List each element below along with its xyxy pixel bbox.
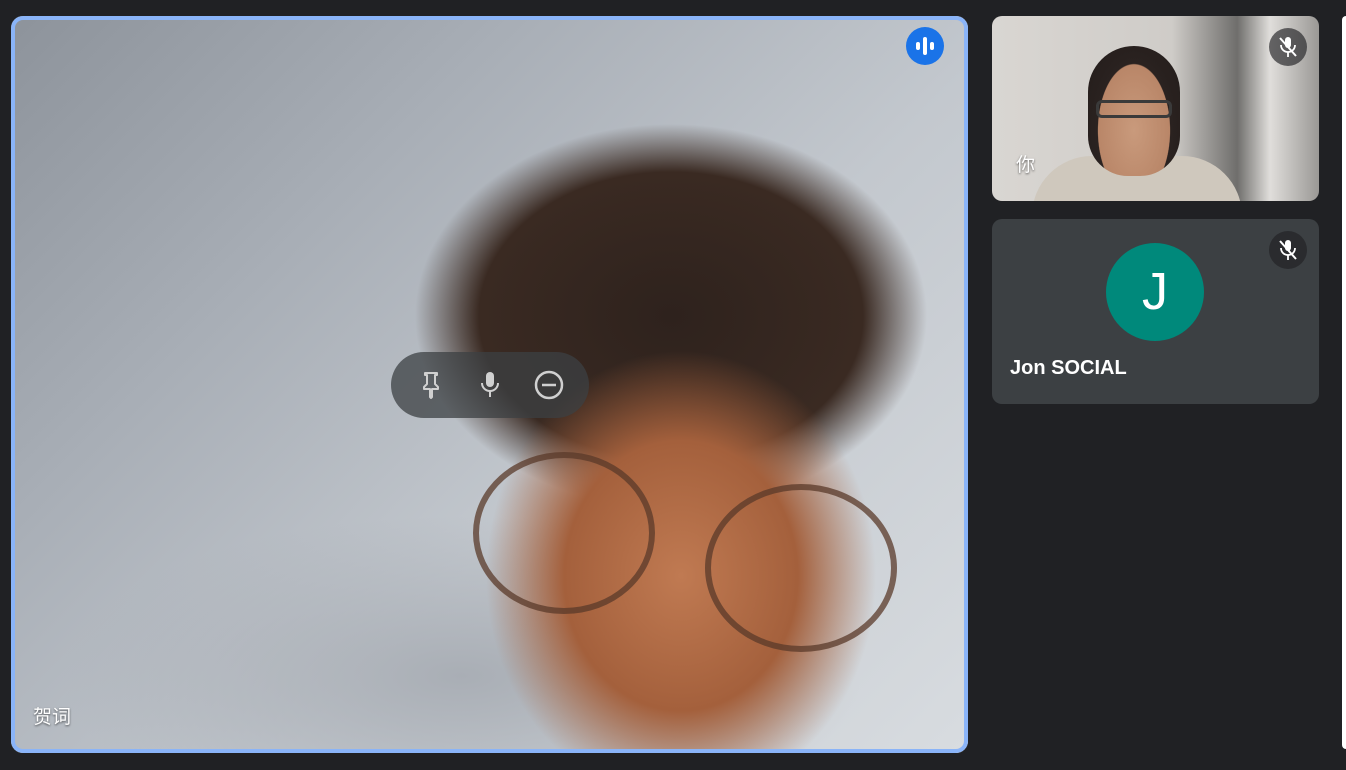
- self-glasses: [1096, 100, 1172, 118]
- tile-hover-controls: [391, 352, 589, 418]
- glasses-left-lens: [473, 452, 655, 614]
- mic-off-icon: [1269, 231, 1307, 269]
- participant-tile-jon[interactable]: J Jon SOCIAL: [992, 219, 1319, 404]
- self-video-tile[interactable]: 你: [992, 16, 1319, 201]
- participant-name: Jon SOCIAL: [1010, 357, 1127, 379]
- avatar: J: [1106, 243, 1204, 341]
- side-panel-edge: [1342, 16, 1346, 749]
- main-participant-name: 贺词: [33, 707, 72, 728]
- remove-button[interactable]: [527, 363, 571, 407]
- self-participant-name: 你: [1016, 155, 1036, 176]
- main-video-tile[interactable]: 贺词: [11, 16, 968, 753]
- minus-circle-icon: [535, 370, 564, 400]
- mic-off-icon: [1269, 28, 1307, 66]
- mic-icon: [480, 372, 499, 397]
- pin-icon: [422, 372, 439, 399]
- glasses-right-lens: [705, 484, 897, 652]
- audio-wave-icon: [906, 27, 944, 65]
- mic-button[interactable]: [468, 363, 512, 407]
- pin-button[interactable]: [409, 363, 453, 407]
